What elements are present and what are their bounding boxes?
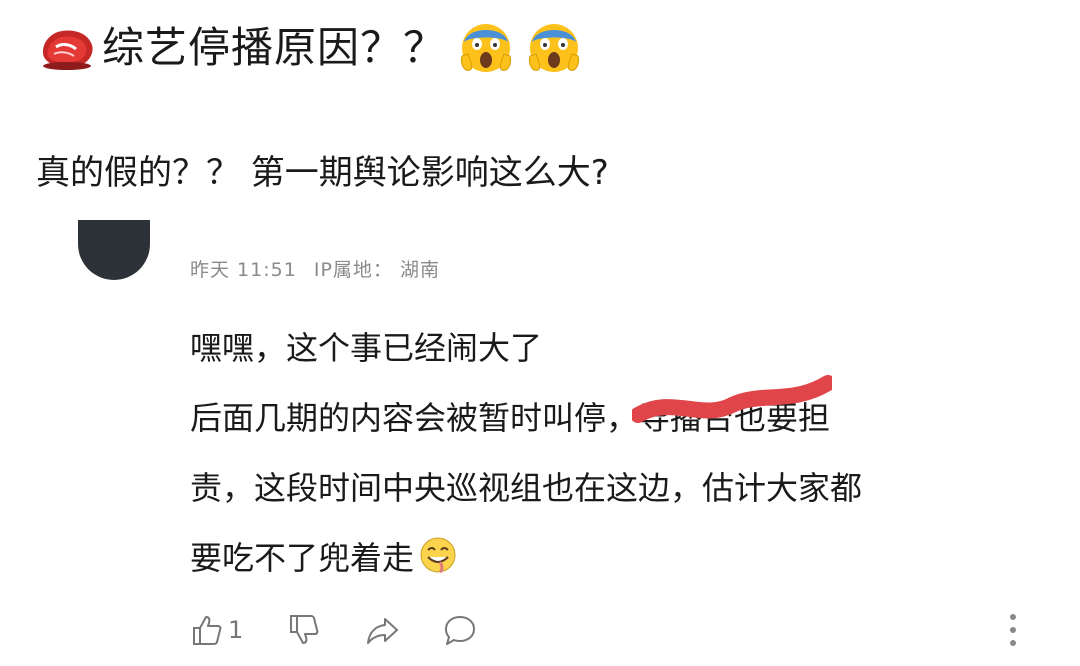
like-count: 1 (228, 616, 244, 644)
comment-time: 昨天 11:51 (190, 259, 297, 281)
dislike-action[interactable] (287, 613, 321, 647)
red-scribble-strike (632, 375, 833, 423)
comment-actions: 1 (190, 608, 521, 652)
comment-line: 后面几期的内容会被暂时叫停，导播台 也要担 (190, 375, 1040, 453)
post-title-row: 综艺停播原因？？ (38, 14, 582, 82)
more-icon[interactable] (1006, 612, 1020, 648)
comment-line: 嘿嘿，这个事已经闹大了 (190, 329, 543, 367)
thumbs-down-icon[interactable] (287, 613, 321, 647)
post-question: 真的假的？？ 第一期舆论影响这么大? (36, 153, 609, 193)
drooling-smile-emoji-icon (420, 537, 456, 574)
like-action[interactable]: 1 (190, 613, 243, 647)
comment-icon[interactable] (443, 613, 477, 647)
post-title: 综艺停播原因？？ (102, 23, 447, 72)
comment-text: 后面几期的内容会被暂时叫停， (190, 399, 639, 437)
comment-line: 责，这段时间中央巡视组也在这边，估计大家都 (190, 469, 863, 507)
share-action[interactable] (365, 613, 399, 647)
screenshot: 综艺停播原因？？ 真的假的？？ 第一期舆论影响这么大? 昨天 11:51 IP属… (0, 0, 1080, 666)
thumbs-up-icon[interactable] (190, 613, 224, 647)
meat-icon (42, 30, 93, 70)
comment-ip-location: IP属地： 湖南 (313, 259, 440, 281)
scream-emoji-icon (461, 24, 511, 72)
share-icon[interactable] (365, 613, 399, 647)
reply-action[interactable] (443, 613, 477, 647)
comment-body: 嘿嘿，这个事已经闹大了 后面几期的内容会被暂时叫停，导播台 也要担 责，这段时间… (190, 313, 1040, 593)
comment-text: 要吃不了兜着走 (190, 539, 415, 577)
scream-emoji-icon (529, 24, 579, 72)
comment-meta: 昨天 11:51 IP属地： 湖南 (190, 256, 450, 284)
avatar[interactable] (78, 220, 150, 280)
comment-line: 要吃不了兜着走 (190, 523, 1040, 593)
struck-text: 导播台 (632, 375, 833, 453)
